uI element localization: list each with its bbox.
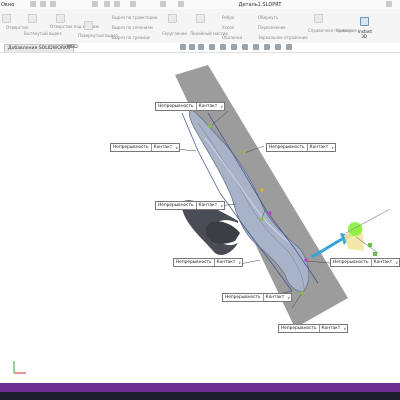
callout-label[interactable]: Непрерывность Контакт ∨: [330, 258, 400, 267]
hide-show-icon[interactable]: [242, 44, 248, 50]
chevron-down-icon[interactable]: ∨: [286, 294, 291, 301]
triad-icon: [13, 361, 26, 374]
contact-option[interactable]: Контакт: [197, 202, 220, 209]
rebuild-icon[interactable]: [160, 1, 166, 7]
continuity-text: Непрерывность: [267, 144, 308, 151]
contact-option[interactable]: Контакт: [152, 144, 175, 151]
continuity-text: Непрерывность: [331, 259, 372, 266]
continuity-text: Непрерывность: [156, 103, 197, 110]
ribbon-icon[interactable]: [84, 21, 93, 30]
chevron-down-icon[interactable]: ∨: [219, 103, 224, 110]
ribbon-cmd[interactable]: Кривые: [336, 28, 352, 33]
ribbon-cmd[interactable]: Ребро: [222, 15, 234, 20]
display-style-icon[interactable]: [231, 44, 237, 50]
scene-icon[interactable]: [264, 44, 270, 50]
ribbon-icon[interactable]: [196, 14, 205, 23]
ribbon-cmd[interactable]: Скругление: [162, 31, 187, 36]
continuity-text: Непрерывность: [279, 325, 320, 332]
view-settings-icon[interactable]: [275, 44, 281, 50]
ribbon-icon[interactable]: [2, 14, 11, 23]
monitor-icon[interactable]: [286, 44, 292, 50]
view-orientation-icon[interactable]: [220, 44, 226, 50]
save-icon[interactable]: [50, 1, 56, 7]
ribbon-icon[interactable]: [168, 14, 177, 23]
options-icon[interactable]: [178, 1, 184, 7]
zoom-to-fit-icon[interactable]: [180, 44, 186, 50]
window-menu[interactable]: Окно: [1, 2, 14, 8]
contact-option[interactable]: Контакт: [308, 144, 331, 151]
contact-option[interactable]: Контакт: [197, 103, 220, 110]
command-manager: Отверстие Вытянутый вырез Отверстие под …: [0, 9, 400, 44]
ribbon-cmd[interactable]: Вырез по границе: [112, 35, 150, 40]
chevron-down-icon[interactable]: ∨: [174, 144, 179, 151]
continuity-text: Непрерывность: [174, 259, 215, 266]
ribbon-icon[interactable]: [56, 14, 65, 23]
ribbon-cmd[interactable]: Вырез по сечениям: [112, 25, 153, 30]
previous-view-icon[interactable]: [198, 44, 204, 50]
status-bar: [0, 383, 400, 392]
ribbon-cmd[interactable]: Оболочка: [222, 35, 242, 40]
edit-appearance-icon[interactable]: [253, 44, 259, 50]
document-title: Деталь1.SLDPRT: [238, 2, 282, 8]
callout-label[interactable]: Непрерывность Контакт ∨: [155, 102, 226, 111]
taskbar: [0, 392, 400, 400]
contact-option[interactable]: Контакт: [372, 259, 395, 266]
graphics-area[interactable]: Непрерывность Контакт ∨ Непрерывность Ко…: [0, 53, 400, 383]
open-icon[interactable]: [40, 1, 46, 7]
print-icon[interactable]: [92, 1, 98, 7]
chevron-down-icon[interactable]: ∨: [237, 259, 242, 266]
ribbon-cmd[interactable]: Уклон: [222, 25, 234, 30]
instant3d-icon[interactable]: [360, 17, 369, 26]
zoom-area-icon[interactable]: [189, 44, 195, 50]
chevron-down-icon[interactable]: ∨: [219, 202, 224, 209]
callout-label[interactable]: Непрерывность Контакт ∨: [266, 143, 337, 152]
contact-option[interactable]: Контакт: [264, 294, 287, 301]
chevron-down-icon[interactable]: ∨: [342, 325, 347, 332]
ribbon-icon[interactable]: [28, 14, 37, 23]
continuity-text: Непрерывность: [223, 294, 264, 301]
ribbon-cmd[interactable]: Обернуть: [258, 15, 278, 20]
chevron-down-icon[interactable]: ∨: [330, 144, 335, 151]
select-icon[interactable]: [130, 1, 136, 7]
redo-icon[interactable]: [114, 1, 120, 7]
ribbon-cmd[interactable]: Вытянутый вырез: [24, 31, 62, 36]
ribbon-cmd[interactable]: Отверстие: [6, 25, 28, 30]
dragger-icon: [311, 208, 391, 259]
undo-icon[interactable]: [104, 1, 110, 7]
search-icon[interactable]: [386, 1, 392, 7]
continuity-text: Непрерывность: [156, 202, 197, 209]
instant3d-button[interactable]: Instant 3D: [358, 29, 372, 39]
ribbon-cmd[interactable]: Пересечение: [258, 25, 286, 30]
ribbon-cmd[interactable]: Зеркальное отражение: [258, 35, 308, 40]
continuity-text: Непрерывность: [111, 144, 152, 151]
callout-label[interactable]: Непрерывность Контакт ∨: [222, 293, 293, 302]
chevron-down-icon[interactable]: ∨: [394, 259, 399, 266]
ribbon-icon[interactable]: [314, 14, 323, 23]
callout-label[interactable]: Непрерывность Контакт ∨: [173, 258, 244, 267]
callout-label[interactable]: Непрерывность Контакт ∨: [155, 201, 226, 210]
section-view-icon[interactable]: [209, 44, 215, 50]
ribbon-cmd[interactable]: Вырез по траектории: [112, 15, 157, 20]
callout-label[interactable]: Непрерывность Контакт ∨: [110, 143, 181, 152]
new-icon[interactable]: [30, 1, 36, 7]
contact-option[interactable]: Контакт: [320, 325, 343, 332]
callout-label[interactable]: Непрерывность Контакт ∨: [278, 324, 349, 333]
contact-option[interactable]: Контакт: [215, 259, 238, 266]
tab-mbd[interactable]: MBD: [64, 44, 81, 51]
